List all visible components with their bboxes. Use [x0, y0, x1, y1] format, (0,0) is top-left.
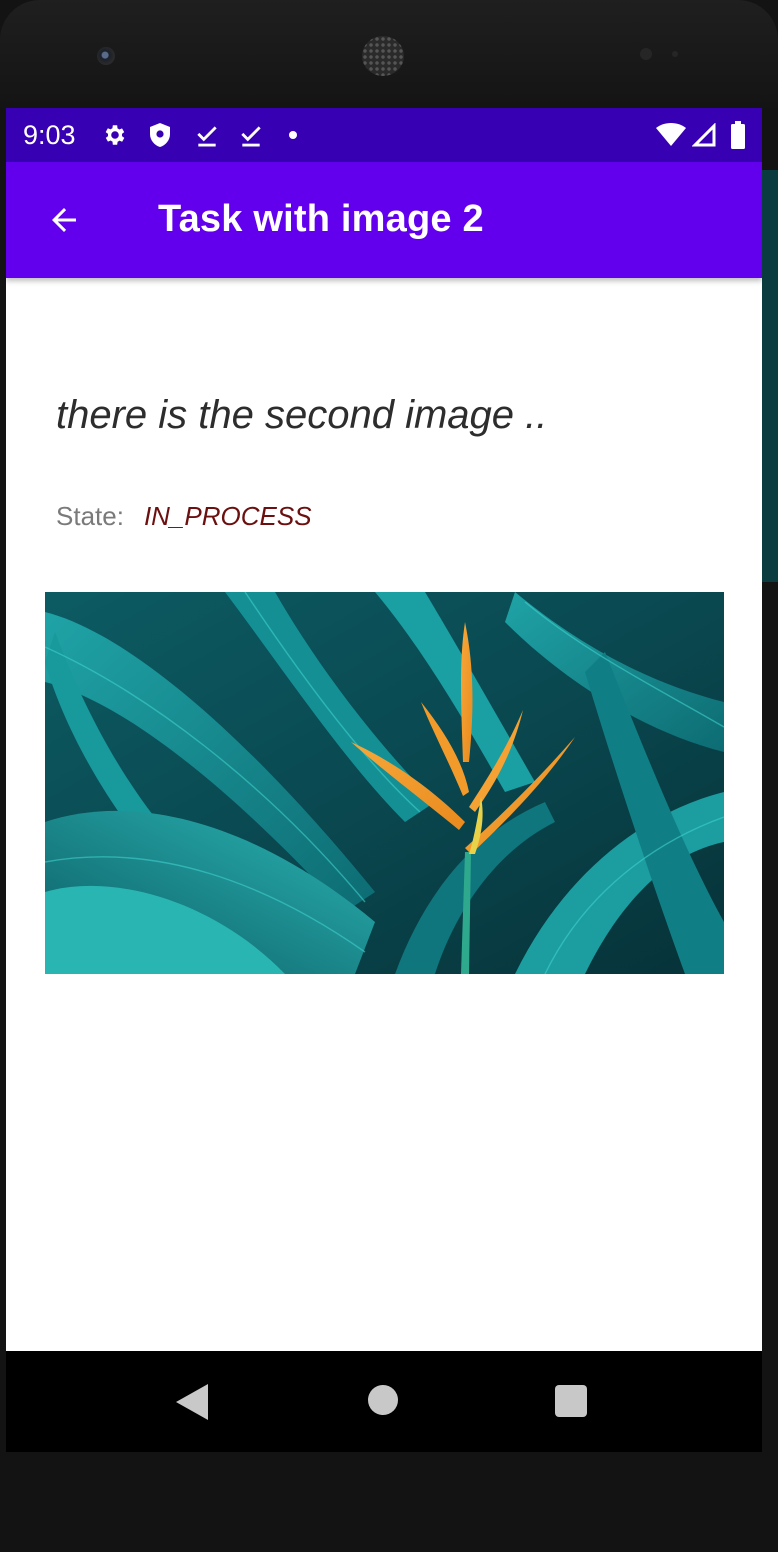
- arrow-back-icon[interactable]: [46, 202, 82, 238]
- front-camera: [97, 47, 115, 65]
- task-state-row: State: IN_PROCESS: [56, 501, 312, 532]
- light-sensor: [672, 51, 678, 57]
- navigation-bar: [6, 1351, 762, 1452]
- battery-icon: [730, 121, 746, 149]
- download-done-icon: [194, 122, 220, 148]
- page-title: Task with image 2: [158, 198, 484, 240]
- task-image: [44, 591, 725, 975]
- download-done-icon: [238, 122, 264, 148]
- app-bar: Task with image 2: [6, 162, 762, 278]
- state-label: State:: [56, 501, 124, 531]
- dot-icon: [288, 130, 298, 140]
- background-window-edge: [762, 170, 778, 582]
- status-right-icons: [656, 108, 746, 162]
- status-time: 9:03: [23, 119, 76, 150]
- earpiece-speaker: [362, 36, 404, 76]
- home-circle-icon[interactable]: [367, 1384, 399, 1421]
- task-description: there is the second image ..: [56, 393, 548, 437]
- proximity-sensor: [640, 48, 652, 60]
- shield-icon: [148, 122, 172, 148]
- state-value: IN_PROCESS: [143, 501, 312, 531]
- settings-icon: [102, 122, 128, 148]
- phone-bezel-top: [0, 0, 778, 108]
- device-screen: 9:03 Task with image 2 there is the seco…: [6, 108, 762, 1452]
- back-triangle-icon[interactable]: [176, 1384, 208, 1425]
- wifi-icon: [656, 123, 686, 147]
- status-bar: 9:03: [6, 108, 762, 162]
- recents-square-icon[interactable]: [555, 1385, 587, 1417]
- signal-icon: [692, 123, 716, 147]
